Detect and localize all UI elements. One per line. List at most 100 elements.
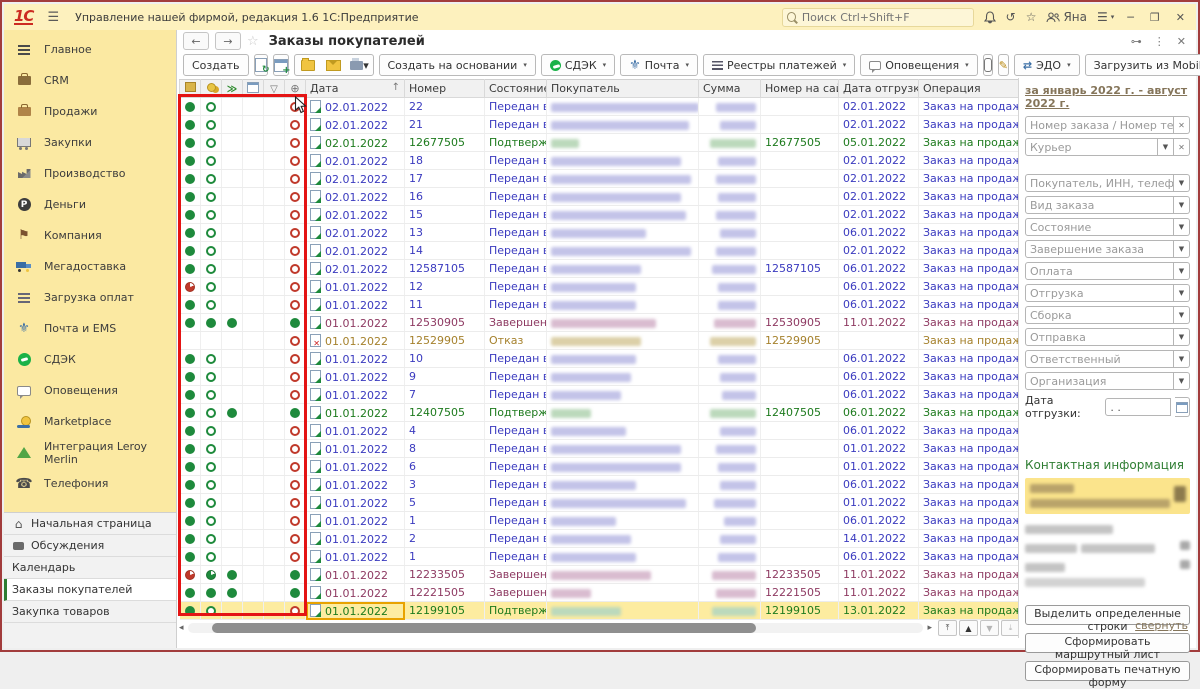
status-cell[interactable]	[222, 116, 243, 134]
cell-site-number[interactable]: 12221505	[761, 584, 839, 602]
table-row[interactable]: 02.01.202221Передан в ...02.01.2022Заказ…	[180, 116, 1022, 134]
dropdown-caret-icon[interactable]: ▼	[1174, 240, 1190, 258]
table-row[interactable]: 02.01.202212587105Передан в ...125871050…	[180, 260, 1022, 278]
go-first-button[interactable]: ⤒	[938, 620, 957, 636]
status-cell[interactable]	[264, 134, 285, 152]
cell-date[interactable]: 01.01.2022	[306, 530, 405, 548]
sidebar-item-russian-post[interactable]: ⚜Почта и EMS	[4, 313, 176, 344]
cell-state[interactable]: Передан в ...	[485, 458, 547, 476]
cell-sum-redacted[interactable]	[699, 278, 761, 296]
cell-number[interactable]: 5	[405, 494, 485, 512]
cell-sum-redacted[interactable]	[699, 476, 761, 494]
cell-number[interactable]: 21	[405, 116, 485, 134]
table-row[interactable]: 01.01.20221Передан в ...06.01.2022Заказ …	[180, 548, 1022, 566]
cell-ship-date[interactable]: 06.01.2022	[839, 476, 919, 494]
sidebar-item-sales[interactable]: Продажи	[4, 96, 176, 127]
cell-site-number[interactable]: 12407505	[761, 404, 839, 422]
status-cell[interactable]	[222, 278, 243, 296]
cell-ship-date[interactable]: 01.01.2022	[839, 458, 919, 476]
col-schedule-status[interactable]	[243, 80, 264, 98]
minimize-button[interactable]: ─	[1124, 11, 1137, 24]
cell-state[interactable]: Передан в ...	[485, 188, 547, 206]
status-cell[interactable]	[243, 242, 264, 260]
cell-operation[interactable]: Заказ на продажу	[919, 206, 1022, 224]
status-cell[interactable]	[201, 422, 222, 440]
print-button[interactable]: ▾	[347, 55, 373, 75]
status-cell[interactable]	[180, 602, 201, 620]
filter-input[interactable]: Оплата	[1025, 262, 1174, 280]
status-cell[interactable]	[285, 224, 306, 242]
cell-date[interactable]: 02.01.2022	[306, 242, 405, 260]
column-header[interactable]: Состояние	[485, 80, 547, 98]
status-cell[interactable]	[285, 530, 306, 548]
status-cell[interactable]	[201, 242, 222, 260]
table-row[interactable]: 01.01.20226Передан в ...01.01.2022Заказ …	[180, 458, 1022, 476]
sidebar-item-crm[interactable]: CRM	[4, 65, 176, 96]
cell-customer-redacted[interactable]	[547, 332, 699, 350]
status-cell[interactable]	[243, 134, 264, 152]
cell-ship-date[interactable]: 02.01.2022	[839, 206, 919, 224]
cell-sum-redacted[interactable]	[699, 152, 761, 170]
cell-sum-redacted[interactable]	[699, 386, 761, 404]
cell-ship-date[interactable]: 11.01.2022	[839, 566, 919, 584]
status-cell[interactable]	[201, 170, 222, 188]
table-row[interactable]: 01.01.20228Передан в ...01.01.2022Заказ …	[180, 440, 1022, 458]
cell-date[interactable]: 01.01.2022	[306, 602, 405, 620]
status-cell[interactable]	[180, 170, 201, 188]
close-window-button[interactable]: ✕	[1173, 11, 1188, 24]
cell-date[interactable]: 02.01.2022	[306, 116, 405, 134]
favorites-star-icon[interactable]: ☆	[1026, 11, 1037, 23]
more-kebab-icon[interactable]: ⋮	[1154, 35, 1165, 48]
cell-customer-redacted[interactable]	[547, 152, 699, 170]
cell-date[interactable]: 02.01.2022	[306, 260, 405, 278]
cell-customer-redacted[interactable]	[547, 116, 699, 134]
status-cell[interactable]	[264, 116, 285, 134]
cell-operation[interactable]: Заказ на продажу	[919, 422, 1022, 440]
cell-state[interactable]: Завершен	[485, 314, 547, 332]
column-header[interactable]: Номер	[405, 80, 485, 98]
status-cell[interactable]	[180, 566, 201, 584]
cell-sum-redacted[interactable]	[699, 224, 761, 242]
status-cell[interactable]	[264, 224, 285, 242]
status-cell[interactable]	[243, 296, 264, 314]
status-cell[interactable]	[285, 152, 306, 170]
col-payment-status[interactable]	[201, 80, 222, 98]
status-cell[interactable]	[222, 404, 243, 422]
status-cell[interactable]	[285, 458, 306, 476]
status-cell[interactable]	[264, 584, 285, 602]
cell-sum-redacted[interactable]	[699, 602, 761, 620]
cell-ship-date[interactable]: 06.01.2022	[839, 512, 919, 530]
status-cell[interactable]	[243, 188, 264, 206]
cell-number[interactable]: 1	[405, 512, 485, 530]
cell-date[interactable]: 02.01.2022	[306, 224, 405, 242]
dropdown-caret-icon[interactable]: ▼	[1174, 174, 1190, 192]
status-cell[interactable]	[264, 476, 285, 494]
status-cell[interactable]	[222, 296, 243, 314]
status-cell[interactable]	[201, 152, 222, 170]
cell-number[interactable]: 6	[405, 458, 485, 476]
status-cell[interactable]	[243, 260, 264, 278]
status-cell[interactable]	[222, 368, 243, 386]
status-cell[interactable]	[285, 314, 306, 332]
cell-operation[interactable]: Заказ на продажу	[919, 476, 1022, 494]
cell-operation[interactable]: Заказ на продажу	[919, 458, 1022, 476]
cell-operation[interactable]: Заказ на продажу	[919, 368, 1022, 386]
status-cell[interactable]	[222, 440, 243, 458]
cell-operation[interactable]: Заказ на продажу	[919, 548, 1022, 566]
status-cell[interactable]	[285, 134, 306, 152]
cell-operation[interactable]: Заказ на продажу	[919, 404, 1022, 422]
cell-state[interactable]: Передан в ...	[485, 170, 547, 188]
cell-state[interactable]: Передан в ...	[485, 224, 547, 242]
close-form-icon[interactable]: ✕	[1177, 35, 1186, 48]
status-cell[interactable]	[180, 440, 201, 458]
cell-site-number[interactable]	[761, 530, 839, 548]
status-cell[interactable]	[264, 188, 285, 206]
status-cell[interactable]	[180, 260, 201, 278]
column-header[interactable]: Дата ↑	[306, 80, 405, 98]
status-cell[interactable]	[243, 566, 264, 584]
clear-filter-icon[interactable]: ✕	[1174, 116, 1190, 134]
status-cell[interactable]	[201, 134, 222, 152]
cell-number[interactable]: 11	[405, 296, 485, 314]
status-cell[interactable]	[243, 278, 264, 296]
dropdown-caret-icon[interactable]: ▼	[1174, 372, 1190, 390]
